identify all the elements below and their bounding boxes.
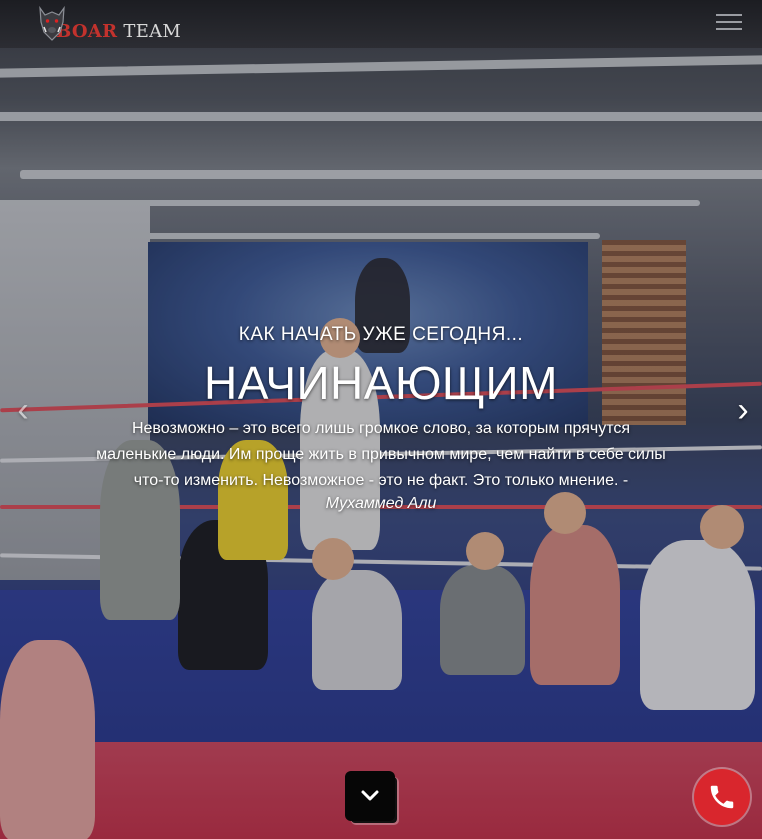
slide-title: НАЧИНАЮЩИМ [204,357,558,409]
site-logo[interactable]: BOAR TEAM [36,0,181,46]
chevron-left-icon[interactable]: ‹ [8,390,38,430]
scroll-down-button[interactable] [345,771,395,821]
site-header: BOAR TEAM [0,0,762,48]
call-button[interactable] [694,769,750,825]
logo-text: BOAR TEAM [56,21,181,46]
chevron-down-icon [361,790,379,801]
hamburger-menu-icon[interactable] [716,12,742,32]
chevron-right-icon[interactable]: › [728,390,758,430]
phone-icon [710,785,734,809]
boar-head-icon [39,5,65,41]
quote-author: Мухаммед Али [325,495,437,512]
slide-kicker: КАК НАЧАТЬ УЖЕ СЕГОДНЯ... [238,324,524,345]
logo-word-team: TEAM [123,21,182,42]
slide-quote: Невозможно – это всего лишь громкое слов… [96,420,666,489]
